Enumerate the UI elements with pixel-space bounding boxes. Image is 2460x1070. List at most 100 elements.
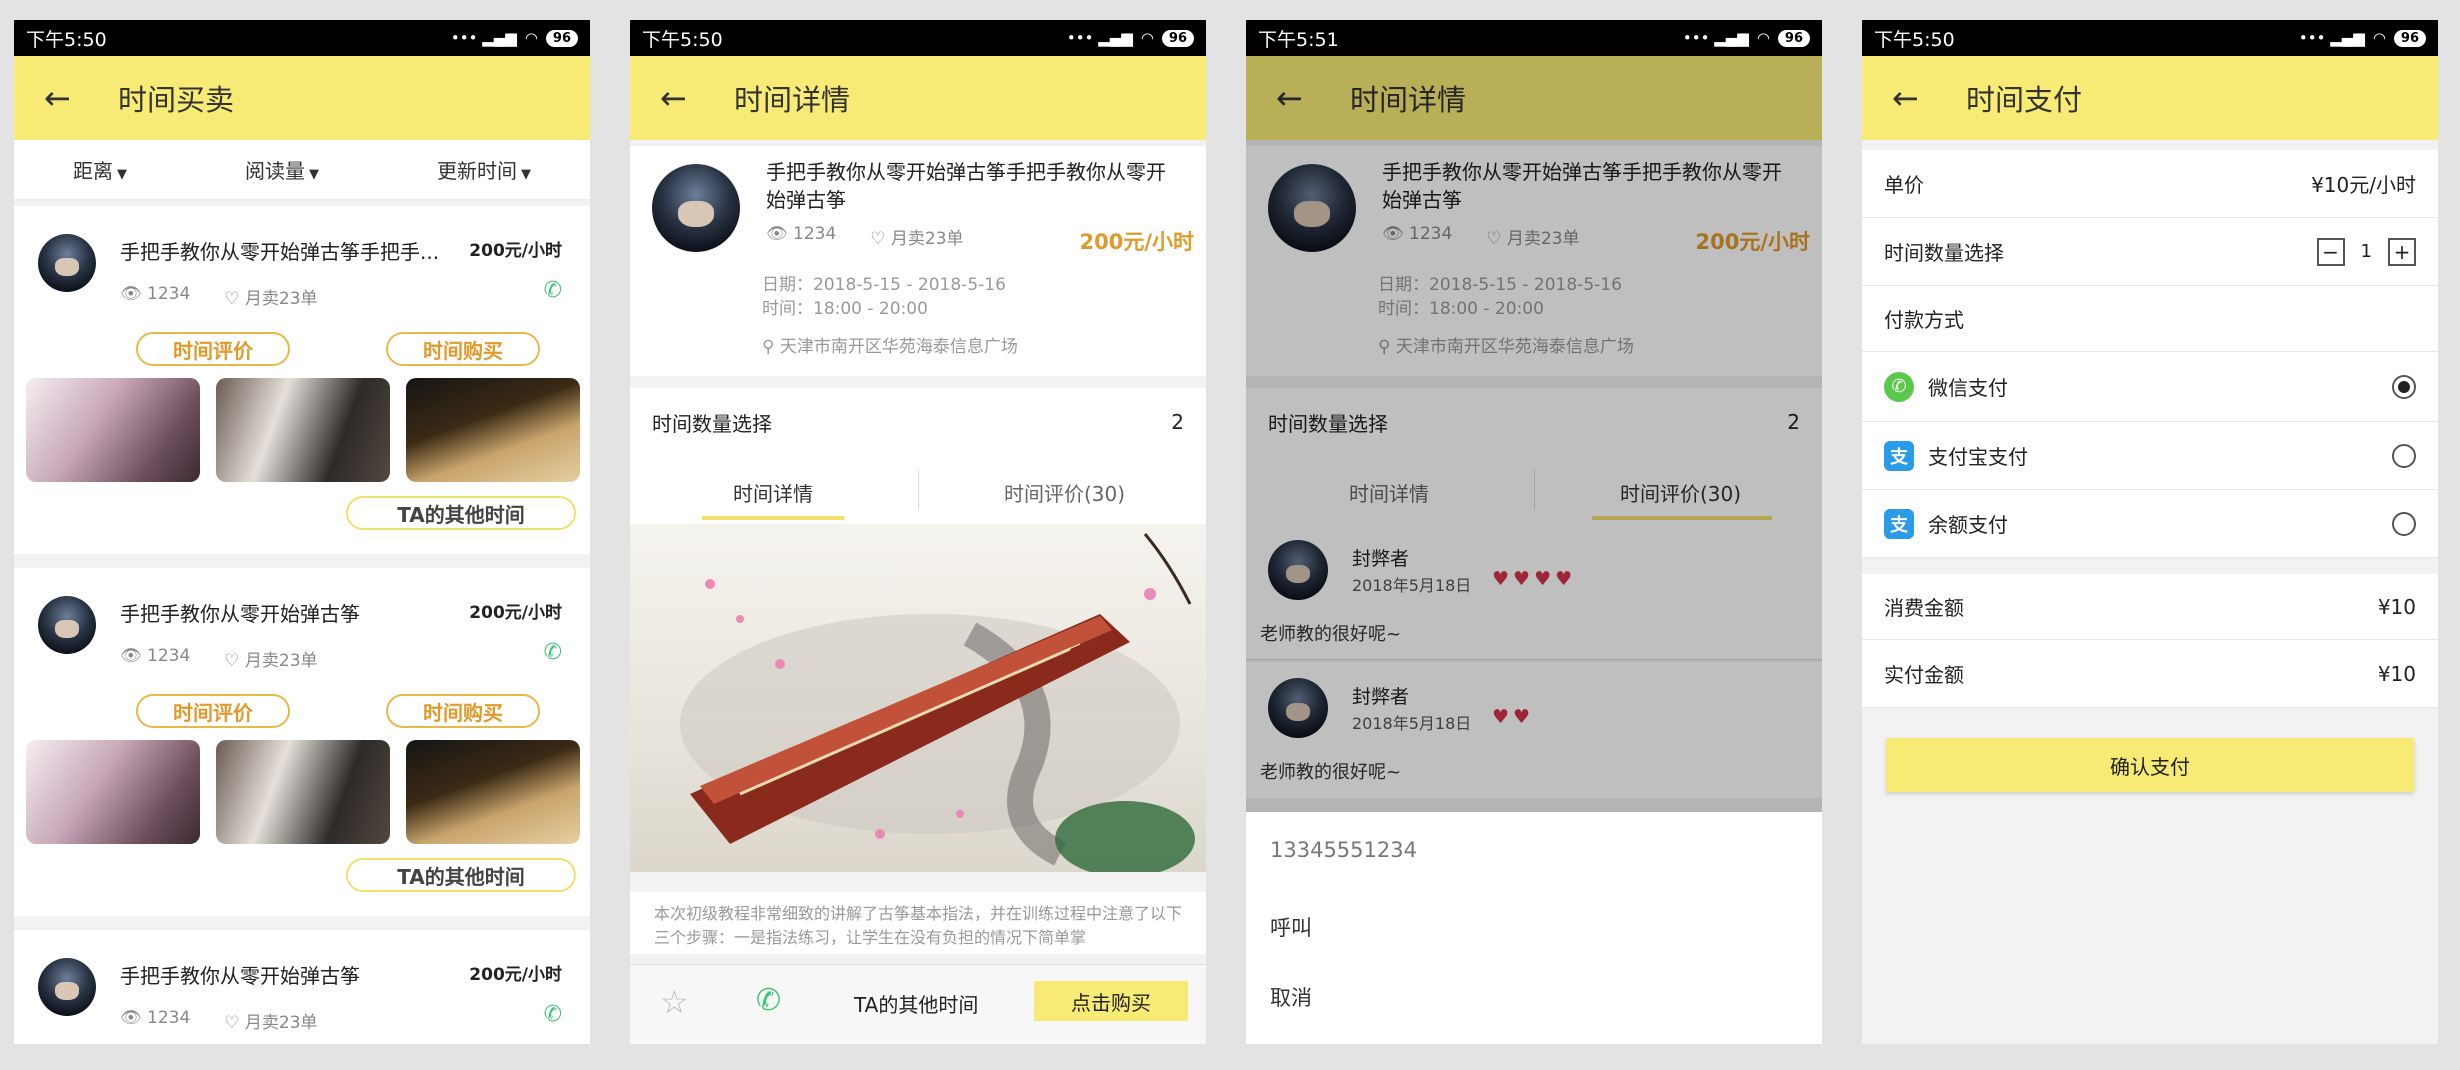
photo-thumbnail[interactable]: [26, 740, 200, 844]
eye-icon: 👁: [120, 1008, 142, 1028]
tab-divider: [918, 470, 919, 510]
cancel-option[interactable]: 取消: [1270, 982, 1312, 1012]
status-icons: ••• ▂▄▆ ◠ 96: [1683, 29, 1810, 47]
call-action-sheet: 13345551234 呼叫 取消: [1246, 812, 1822, 1044]
filter-updated[interactable]: 更新时间 ▼: [437, 155, 531, 184]
phone-icon[interactable]: ✆: [544, 278, 562, 303]
heart-outline-icon: ♡: [224, 1013, 240, 1033]
status-bar: 下午5:50 ••• ▂▄▆ ◠ 96: [1862, 20, 2438, 56]
item-title: 手把手教你从零开始弹古筝: [120, 602, 360, 626]
item-meta: 👁 1234 ♡ 月卖23单: [120, 646, 318, 671]
back-arrow-icon[interactable]: ←: [1892, 79, 1966, 117]
other-times-button[interactable]: TA的其他时间: [346, 496, 576, 530]
back-arrow-icon[interactable]: ←: [44, 79, 118, 117]
status-icons: ••• ▂▄▆ ◠ 96: [1067, 29, 1194, 47]
signal-icon: ••• ▂▄▆: [2298, 29, 2365, 47]
status-time: 下午5:50: [1874, 28, 1955, 51]
confirm-pay-button[interactable]: 确认支付: [1886, 738, 2414, 792]
photo-thumbnail[interactable]: [216, 378, 390, 482]
consume-amount-value: ¥10: [2377, 594, 2416, 619]
balance-icon: 支: [1884, 508, 1914, 539]
app-bar: ← 时间支付: [1862, 56, 2438, 140]
item-title: 手把手教你从零开始弹古筝: [120, 964, 360, 988]
buy-now-button[interactable]: 点击购买: [1034, 981, 1188, 1021]
status-time: 下午5:50: [26, 28, 107, 51]
other-times-button[interactable]: TA的其他时间: [346, 858, 576, 892]
status-bar: 下午5:50 ••• ▂▄▆ ◠ 96: [14, 20, 590, 56]
minus-button[interactable]: −: [2316, 237, 2345, 266]
star-icon[interactable]: ☆: [660, 983, 689, 1021]
item-price: 200元/小时: [469, 965, 562, 985]
buy-button[interactable]: 时间购买: [386, 694, 540, 728]
consume-amount-label: 消费金额: [1884, 596, 1964, 620]
back-arrow-icon[interactable]: ←: [660, 79, 734, 117]
quantity-row: 时间数量选择 − 1 +: [1862, 218, 2438, 286]
buy-button[interactable]: 时间购买: [386, 332, 540, 366]
tab-underline: [702, 516, 844, 520]
quantity-label: 时间数量选择: [652, 411, 772, 436]
pay-option-wechat[interactable]: ✆ 微信支付: [1862, 352, 2438, 422]
list-item[interactable]: 手把手教你从零开始弹古筝 200元/小时 👁 1234 ♡ 月卖23单 ✆ 时间…: [14, 568, 590, 916]
photo-thumbnail[interactable]: [406, 740, 580, 844]
item-location: ⚲ 天津市南开区华苑海泰信息广场: [762, 337, 1018, 357]
screen-time-detail-reviews: 下午5:51 ••• ▂▄▆ ◠ 96 ← 时间详情 手把手教你从零开始弹古筝手把手…: [1246, 20, 1822, 1044]
quantity-label: 时间数量选择: [1884, 241, 2004, 265]
eye-icon: 👁: [766, 224, 788, 244]
status-time: 下午5:50: [642, 28, 723, 51]
item-title: 手把手教你从零开始弹古筝手把手教你从零开始弹古筝: [766, 160, 1166, 212]
caret-down-icon: ▼: [117, 167, 127, 182]
battery-icon: 96: [2393, 29, 2426, 47]
plus-button[interactable]: +: [2388, 237, 2416, 266]
phone-icon[interactable]: ✆: [756, 983, 781, 1018]
phone-icon[interactable]: ✆: [544, 1002, 562, 1027]
tab-review[interactable]: 时间评价(30): [1004, 478, 1125, 507]
item-hours: 时间：18:00 - 20:00: [762, 299, 928, 319]
pay-option-alipay[interactable]: 支支付宝支付: [1862, 422, 2438, 490]
status-time: 下午5:51: [1258, 28, 1339, 51]
battery-icon: 96: [545, 29, 578, 47]
tab-bar: 时间详情 时间评价(30): [630, 456, 1206, 524]
filter-bar: 距离 ▼ 阅读量 ▼ 更新时间 ▼: [14, 140, 590, 200]
status-bar: 下午5:50 ••• ▂▄▆ ◠ 96: [630, 20, 1206, 56]
quantity-row[interactable]: 时间数量选择 2: [630, 388, 1206, 456]
photo-thumbnail[interactable]: [216, 740, 390, 844]
wifi-icon: ◠: [2372, 29, 2386, 47]
filter-reads[interactable]: 阅读量 ▼: [245, 155, 319, 184]
photo-thumbnail[interactable]: [406, 378, 580, 482]
battery-icon: 96: [1777, 29, 1810, 47]
filter-distance[interactable]: 距离 ▼: [73, 155, 127, 184]
screen-time-market: 下午5:50 ••• ▂▄▆ ◠ 96 ← 时间买卖 距离 ▼ 阅读量 ▼ 更新时间 ▼ …: [14, 20, 590, 1044]
bottom-action-bar: ☆ ✆ TA的其他时间 点击购买: [630, 964, 1206, 1044]
detail-card: 手把手教你从零开始弹古筝手把手教你从零开始弹古筝 👁 1234 ♡ 月卖23单 …: [630, 146, 1206, 376]
page-title: 时间买卖: [118, 83, 235, 117]
radio-selected[interactable]: [2392, 374, 2416, 399]
phone-icon[interactable]: ✆: [544, 640, 562, 665]
call-option[interactable]: 呼叫: [1270, 912, 1312, 942]
list-item[interactable]: 手把手教你从零开始弹古筝手把手... 200元/小时 👁 1234 ♡ 月卖23…: [14, 206, 590, 554]
pay-method-header: 付款方式: [1862, 286, 2438, 352]
pay-option-balance[interactable]: 支余额支付: [1862, 490, 2438, 558]
quantity-stepper: − 1 +: [2316, 237, 2416, 266]
screen-time-detail: 下午5:50 ••• ▂▄▆ ◠ 96 ← 时间详情 手把手教你从零开始弹古筝手把手…: [630, 20, 1206, 1044]
heart-outline-icon: ♡: [870, 229, 886, 249]
paid-amount-label: 实付金额: [1884, 663, 1964, 687]
signal-icon: ••• ▂▄▆: [450, 29, 517, 47]
item-price: 200元/小时: [469, 603, 562, 623]
radio-unselected[interactable]: [2392, 443, 2416, 468]
photo-thumbnail[interactable]: [26, 378, 200, 482]
status-icons: ••• ▂▄▆ ◠ 96: [451, 29, 578, 47]
wifi-icon: ◠: [524, 29, 538, 47]
review-button[interactable]: 时间评价: [136, 694, 290, 728]
description-text: 本次初级教程非常细致的讲解了古筝基本指法，并在训练过程中注意了以下三个步骤：一是…: [630, 892, 1206, 954]
review-button[interactable]: 时间评价: [136, 332, 290, 366]
tab-detail[interactable]: 时间详情: [733, 478, 813, 507]
dim-overlay[interactable]: [1246, 56, 1822, 832]
wifi-icon: ◠: [1140, 29, 1154, 47]
list-item[interactable]: 手把手教你从零开始弹古筝 200元/小时 👁 1234 ♡ 月卖23单 ✆: [14, 930, 590, 1044]
radio-unselected[interactable]: [2392, 511, 2416, 536]
item-price: 200元/小时: [1079, 230, 1194, 254]
other-times-link[interactable]: TA的其他时间: [854, 989, 978, 1018]
caret-down-icon: ▼: [521, 167, 531, 182]
item-title: 手把手教你从零开始弹古筝手把手...: [120, 240, 440, 264]
sheet-phone-number: 13345551234: [1270, 838, 1417, 862]
